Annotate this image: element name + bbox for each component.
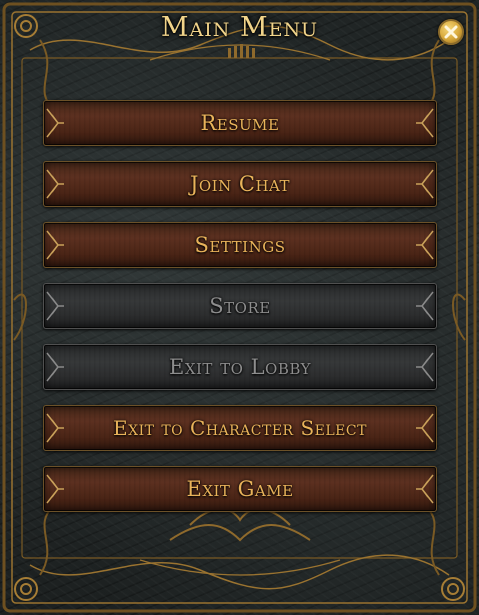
ornament-left-icon	[46, 291, 64, 321]
ornament-left-icon	[46, 352, 64, 382]
page-title: Main Menu	[160, 12, 319, 43]
ornament-right-icon	[416, 230, 434, 260]
ornament-left-icon	[46, 413, 64, 443]
resume-label: Resume	[200, 111, 280, 135]
join-chat-label: Join Chat	[189, 172, 291, 196]
exit-to-character-select-button[interactable]: Exit to Character Select	[43, 405, 437, 451]
close-button[interactable]	[438, 19, 464, 45]
exit-to-lobby-button[interactable]: Exit to Lobby	[43, 344, 437, 390]
main-menu-panel: Main Menu Resume Join Chat Settings Stor…	[0, 0, 479, 615]
ornament-right-icon	[416, 352, 434, 382]
join-chat-button[interactable]: Join Chat	[43, 161, 437, 207]
store-label: Store	[209, 294, 271, 318]
ornament-left-icon	[46, 169, 64, 199]
ornament-left-icon	[46, 230, 64, 260]
ornament-right-icon	[416, 169, 434, 199]
ornament-right-icon	[416, 108, 434, 138]
exit-to-lobby-label: Exit to Lobby	[168, 355, 312, 379]
ornament-right-icon	[416, 474, 434, 504]
close-x-icon	[444, 25, 458, 39]
ornament-right-icon	[416, 413, 434, 443]
exit-game-label: Exit Game	[186, 477, 294, 501]
exit-game-button[interactable]: Exit Game	[43, 466, 437, 512]
ornament-right-icon	[416, 291, 434, 321]
exit-to-character-select-label: Exit to Character Select	[113, 416, 367, 440]
resume-button[interactable]: Resume	[43, 100, 437, 146]
ornament-left-icon	[46, 108, 64, 138]
settings-button[interactable]: Settings	[43, 222, 437, 268]
menu-button-list: Resume Join Chat Settings Store Exit to …	[43, 100, 437, 527]
settings-label: Settings	[194, 233, 286, 257]
store-button[interactable]: Store	[43, 283, 437, 329]
ornament-left-icon	[46, 474, 64, 504]
